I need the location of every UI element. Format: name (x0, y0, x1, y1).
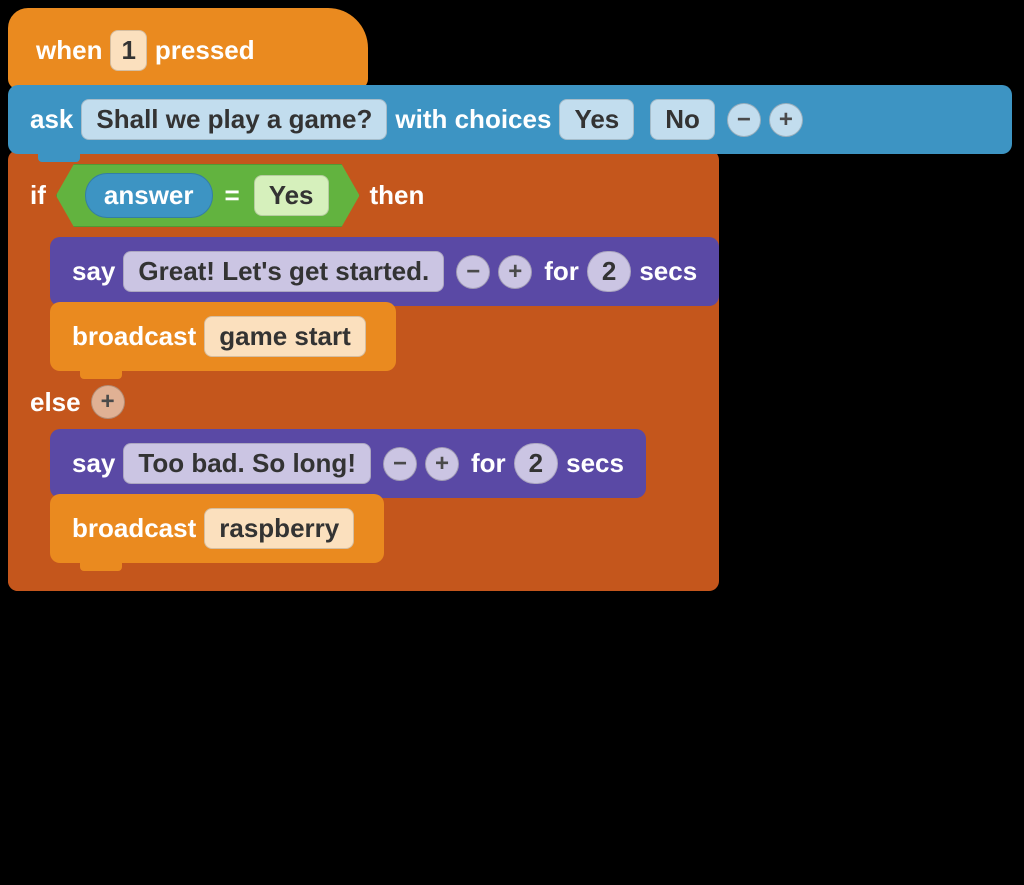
else-arm: else + (8, 371, 198, 433)
broadcast2-label: broadcast (72, 513, 196, 544)
else-branch: say Too bad. So long! − + for 2 secs bro… (8, 429, 719, 563)
else-label: else (30, 387, 81, 418)
broadcast1-label: broadcast (72, 321, 196, 352)
add-else-branch-button[interactable]: + (91, 385, 125, 419)
say2-secs-label: secs (566, 448, 624, 479)
say1-secs-label: secs (639, 256, 697, 287)
hat-suffix: pressed (155, 35, 255, 66)
say1-for-label: for (544, 256, 579, 287)
say1-label: say (72, 256, 115, 287)
key-slot[interactable]: 1 (110, 30, 146, 71)
then-label: then (370, 180, 425, 211)
compare-value-input[interactable]: Yes (254, 175, 329, 216)
broadcast2-message-input[interactable]: raspberry (204, 508, 354, 549)
choice-yes[interactable]: Yes (559, 99, 634, 140)
say2-for-label: for (471, 448, 506, 479)
say1-plus-button[interactable]: + (498, 255, 532, 289)
ask-label: ask (30, 104, 73, 135)
answer-reporter[interactable]: answer (85, 173, 213, 218)
broadcast1-message-input[interactable]: game start (204, 316, 366, 357)
script-stack: when 1 pressed ask Shall we play a game?… (0, 0, 1024, 591)
remove-choice-button[interactable]: − (727, 103, 761, 137)
then-branch: say Great! Let's get started. − + for 2 … (8, 237, 719, 371)
say2-plus-button[interactable]: + (425, 447, 459, 481)
hat-block-when-key-pressed[interactable]: when 1 pressed (8, 8, 368, 89)
add-choice-button[interactable]: + (769, 103, 803, 137)
choice-no[interactable]: No (650, 99, 715, 140)
say2-label: say (72, 448, 115, 479)
say-block-1[interactable]: say Great! Let's get started. − + for 2 … (50, 237, 719, 306)
say1-text-input[interactable]: Great! Let's get started. (123, 251, 444, 292)
if-arm: if answer = Yes then (8, 150, 719, 241)
say2-secs-input[interactable]: 2 (514, 443, 558, 484)
if-else-block[interactable]: if answer = Yes then say Great! Let's ge… (8, 150, 719, 591)
say1-minus-button[interactable]: − (456, 255, 490, 289)
say-block-2[interactable]: say Too bad. So long! − + for 2 secs (50, 429, 646, 498)
if-label: if (30, 180, 46, 211)
ask-block[interactable]: ask Shall we play a game? with choices Y… (8, 85, 1012, 154)
say1-secs-input[interactable]: 2 (587, 251, 631, 292)
ask-with-label: with choices (395, 104, 551, 135)
equals-predicate[interactable]: answer = Yes (56, 164, 360, 227)
hat-prefix: when (36, 35, 102, 66)
broadcast-block-1[interactable]: broadcast game start (50, 302, 396, 371)
broadcast-block-2[interactable]: broadcast raspberry (50, 494, 384, 563)
say2-text-input[interactable]: Too bad. So long! (123, 443, 371, 484)
equals-op: = (225, 180, 240, 211)
say2-minus-button[interactable]: − (383, 447, 417, 481)
ask-question-input[interactable]: Shall we play a game? (81, 99, 387, 140)
